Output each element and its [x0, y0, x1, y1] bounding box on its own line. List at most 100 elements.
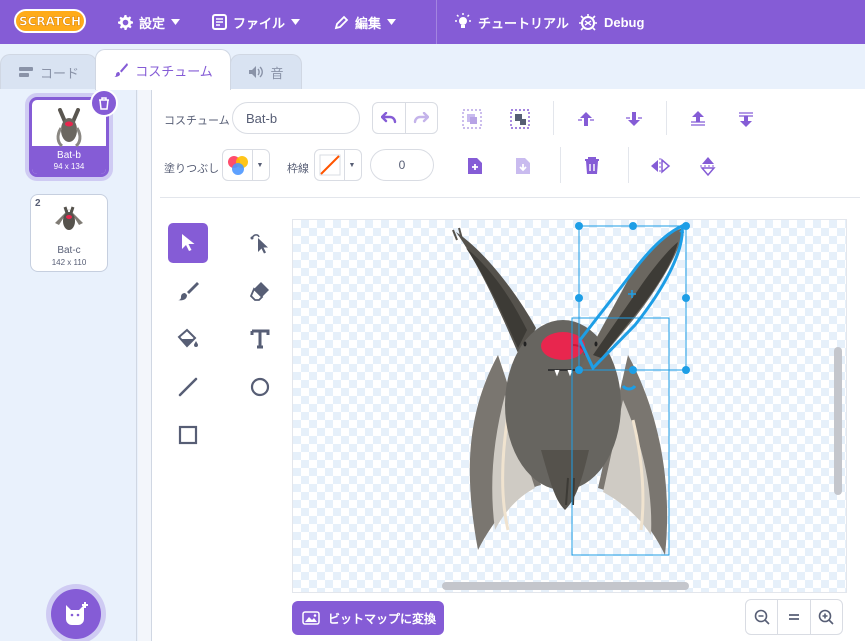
arrow-up-icon	[578, 112, 594, 126]
caret-down-icon: ▼	[348, 161, 356, 169]
tab-costumes-label: コスチューム	[135, 63, 213, 79]
rectangle-tool[interactable]	[168, 415, 208, 455]
undo-button[interactable]	[373, 103, 406, 133]
arrow-down-icon	[626, 112, 642, 126]
costume-name-input[interactable]	[232, 102, 360, 134]
circle-tool[interactable]	[240, 367, 280, 407]
zoom-controls	[745, 599, 843, 635]
edit-menu[interactable]: 編集	[334, 0, 397, 44]
redo-icon	[414, 112, 430, 124]
trash-icon	[99, 96, 109, 110]
flip-horizontal-button[interactable]	[647, 153, 673, 179]
undo-redo-group	[372, 102, 438, 134]
toolbar-divider	[628, 147, 629, 183]
logo-text: SCRATCH	[19, 15, 81, 29]
debug-button[interactable]: Debug	[578, 0, 644, 44]
send-to-back-icon	[739, 112, 753, 127]
debug-label: Debug	[604, 14, 645, 30]
line-tool[interactable]	[168, 367, 208, 407]
chevron-down-icon	[171, 19, 181, 25]
costume-name: Bat-c	[57, 245, 81, 256]
toolbar-divider	[160, 197, 860, 198]
outline-color-picker[interactable]: ▼	[314, 149, 362, 181]
tab-costumes[interactable]: コスチューム	[95, 49, 231, 90]
brush-tool[interactable]	[168, 271, 208, 311]
eraser-tool[interactable]	[240, 271, 280, 311]
caret-down-icon: ▼	[256, 161, 264, 169]
convert-to-bitmap-label: ビットマップに変換	[328, 611, 437, 626]
tab-code[interactable]: コード	[0, 54, 97, 89]
costume-thumbnail	[31, 203, 107, 243]
group-button[interactable]	[458, 105, 486, 133]
reshape-tool[interactable]	[240, 223, 280, 263]
outline-swatch	[315, 150, 345, 180]
paint-canvas[interactable]	[292, 219, 847, 593]
chevron-down-icon	[291, 19, 301, 25]
zoom-out-button[interactable]	[746, 600, 777, 634]
rectangle-icon	[178, 425, 198, 445]
canvas-horizontal-scrollbar[interactable]	[442, 582, 689, 590]
zoom-in-icon	[819, 609, 834, 625]
costume-item-2[interactable]: 2 Bat-c 142 x 110	[30, 194, 108, 272]
outline-width-input[interactable]	[370, 149, 434, 181]
ungroup-icon	[510, 109, 530, 129]
gear-icon	[118, 14, 133, 30]
zoom-reset-button[interactable]	[777, 600, 809, 634]
settings-label: 設定	[139, 15, 166, 31]
paint-bucket-icon	[177, 328, 198, 348]
menu-bar: SCRATCH 設定 ファイル 編集 チュートリアル Debug	[0, 0, 865, 44]
line-icon	[178, 377, 198, 397]
fill-tool[interactable]	[168, 319, 208, 359]
tab-sounds[interactable]: 音	[230, 54, 302, 89]
brush-icon	[114, 63, 129, 77]
toolbar-divider	[666, 101, 667, 135]
bring-to-front-icon	[691, 111, 705, 126]
canvas-vertical-scrollbar[interactable]	[834, 347, 842, 495]
paint-editor: コスチューム 塗りつぶし ▼ 枠線 ▼	[152, 89, 865, 641]
add-costume-button[interactable]	[51, 589, 101, 639]
delete-button[interactable]	[579, 153, 605, 179]
toolbar-divider	[560, 147, 561, 183]
bitmap-icon	[302, 611, 320, 625]
fill-label: 塗りつぶし	[164, 163, 220, 175]
fill-swatch	[223, 150, 253, 180]
scratch-logo[interactable]: SCRATCH	[14, 8, 86, 34]
tutorials-button[interactable]: チュートリアル	[454, 0, 569, 44]
trash-icon	[585, 157, 599, 174]
select-tool[interactable]	[168, 223, 208, 263]
costume-name-label: コスチューム	[164, 115, 230, 127]
text-icon	[250, 329, 270, 349]
zoom-in-button[interactable]	[809, 600, 842, 634]
tab-sounds-label: 音	[270, 65, 284, 81]
ungroup-button[interactable]	[506, 105, 534, 133]
equals-icon	[788, 614, 799, 620]
file-label: ファイル	[233, 15, 286, 31]
undo-icon	[380, 112, 396, 124]
redo-button[interactable]	[406, 103, 438, 133]
tab-code-label: コード	[39, 65, 79, 81]
settings-menu[interactable]: 設定	[118, 0, 181, 44]
toolbar-divider	[553, 101, 554, 135]
paste-icon	[516, 158, 530, 174]
file-menu[interactable]: ファイル	[212, 0, 301, 44]
reshape-icon	[250, 234, 268, 254]
editor-tabs: コード コスチューム 音	[0, 44, 865, 90]
costume-list-scroll[interactable]	[138, 89, 152, 641]
fill-color-picker[interactable]: ▼	[222, 149, 270, 181]
eraser-icon	[249, 282, 269, 301]
flip-vertical-button[interactable]	[695, 153, 721, 179]
forward-button[interactable]	[572, 105, 600, 133]
backward-button[interactable]	[620, 105, 648, 133]
convert-to-bitmap-button[interactable]: ビットマップに変換	[292, 601, 444, 635]
paste-button[interactable]	[510, 153, 536, 179]
text-tool[interactable]	[240, 319, 280, 359]
back-button[interactable]	[732, 105, 760, 133]
delete-costume-button[interactable]	[90, 89, 118, 117]
flip-horizontal-icon	[651, 158, 671, 174]
costume-size: 142 x 110	[51, 258, 87, 267]
cursor-icon	[182, 234, 195, 251]
costume-name: Bat-b	[57, 150, 81, 161]
front-button[interactable]	[684, 105, 712, 133]
copy-button[interactable]	[462, 153, 488, 179]
lightbulb-icon	[455, 13, 471, 28]
